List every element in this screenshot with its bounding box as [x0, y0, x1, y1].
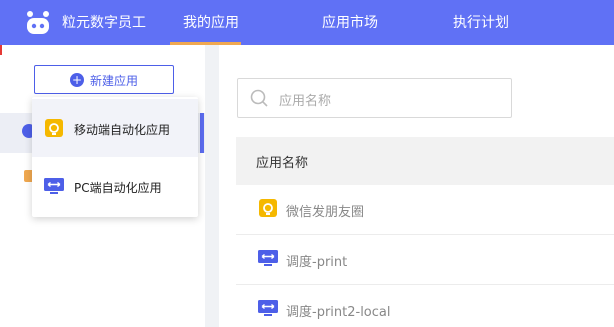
plus-icon: + [70, 73, 84, 87]
dropdown-item-label: PC端自动化应用 [74, 181, 162, 195]
logo-icon [24, 10, 52, 36]
new-app-label: 新建应用 [90, 74, 139, 88]
mobile-app-icon [44, 119, 64, 137]
dropdown-item-pc[interactable]: PC端自动化应用 [32, 157, 198, 215]
sidebar-divider [205, 45, 219, 327]
tab-execution-plan[interactable]: 执行计划 [453, 12, 509, 32]
pc-app-icon [258, 249, 278, 267]
app-name: 微信发朋友圈 [286, 205, 365, 220]
brand-name: 粒元数字员工 [62, 15, 146, 31]
tab-app-market[interactable]: 应用市场 [322, 12, 378, 32]
pc-app-icon [44, 177, 64, 195]
sidebar-selected-indicator [200, 113, 204, 153]
dropdown-item-mobile[interactable]: 移动端自动化应用 [32, 99, 198, 157]
table-row[interactable]: 调度-print [236, 235, 614, 285]
table-header: 应用名称 [236, 137, 614, 185]
pc-app-icon [258, 299, 278, 317]
new-app-button[interactable]: + 新建应用 [34, 65, 174, 94]
search-input[interactable]: 应用名称 [237, 78, 512, 118]
new-app-dropdown: 移动端自动化应用 PC端自动化应用 [32, 97, 198, 217]
mobile-app-icon [258, 199, 278, 217]
search-icon [250, 89, 268, 107]
tab-my-apps[interactable]: 我的应用 [183, 12, 239, 32]
app-name: 调度-print [286, 255, 348, 270]
app-name: 调度-print2-local [286, 305, 391, 320]
table-row[interactable]: 调度-print2-local [236, 285, 614, 327]
edge-marker [0, 45, 2, 55]
column-header-app-name: 应用名称 [256, 156, 309, 171]
dropdown-item-label: 移动端自动化应用 [74, 123, 171, 137]
table-row[interactable]: 微信发朋友圈 [236, 185, 614, 235]
search-placeholder: 应用名称 [279, 94, 332, 109]
